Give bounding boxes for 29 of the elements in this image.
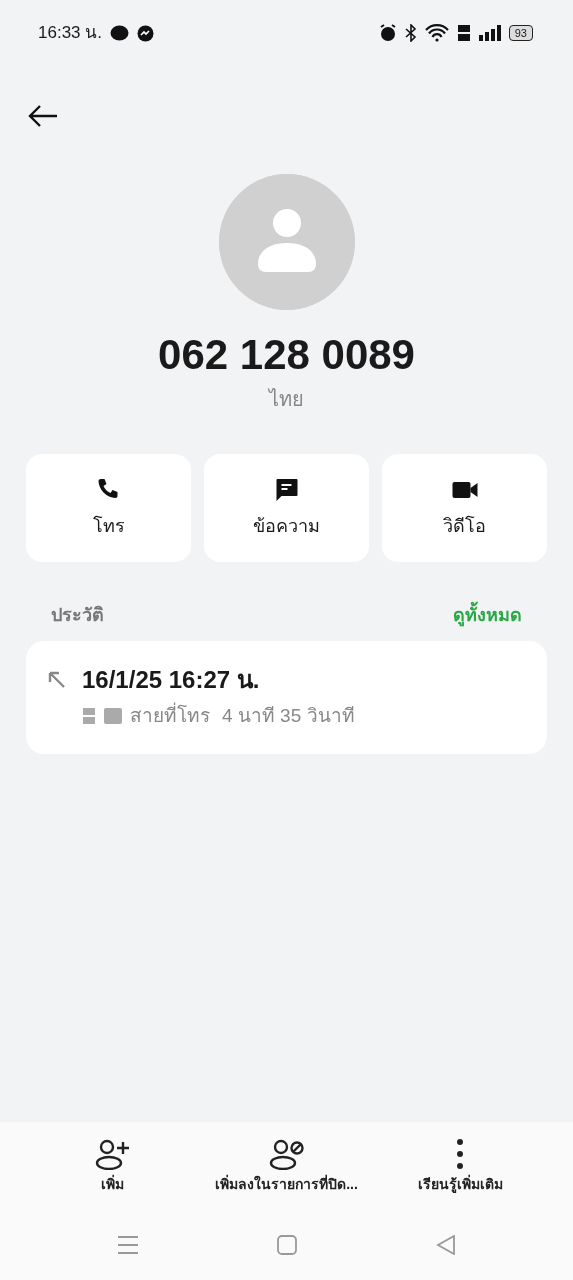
status-time: 16:33 น.	[38, 22, 102, 45]
call-type: สายที่โทร	[130, 701, 210, 728]
toolbar-button[interactable]: เพิ่มลงในรายการที่ปิด...	[199, 1136, 374, 1196]
action-button[interactable]: วิดีโอ	[382, 454, 547, 563]
home-icon[interactable]	[277, 1235, 298, 1255]
toolbar-button[interactable]: เพิ่ม	[26, 1136, 200, 1196]
alarm-icon	[378, 24, 397, 42]
battery-level: 93	[508, 25, 533, 41]
section-title: ประวัติ	[51, 604, 104, 628]
action-button[interactable]: โทร	[26, 454, 191, 563]
back-icon[interactable]	[435, 1235, 456, 1255]
menu-icon[interactable]	[117, 1235, 140, 1255]
outgoing-call-icon	[48, 671, 66, 690]
block-person-icon	[268, 1137, 305, 1170]
signal-icon	[478, 25, 501, 41]
more-options-icon	[457, 1137, 464, 1170]
call-duration: 4 นาที 35 วินาที	[222, 703, 355, 728]
wifi-icon	[424, 24, 449, 42]
call-datetime: 16/1/25 16:27 น.	[82, 667, 261, 694]
phone-number: 062 128 0089	[158, 332, 415, 379]
avatar-icon	[218, 174, 355, 310]
messenger-icon	[137, 24, 154, 42]
action-button[interactable]: ข้อความ	[204, 454, 369, 563]
country-label: ไทย	[269, 387, 304, 413]
back-arrow-icon[interactable]	[28, 105, 58, 127]
toolbar-button[interactable]: เรียนรู้เพิ่มเติม	[373, 1136, 547, 1196]
add-person-icon	[94, 1137, 131, 1170]
call-log-entry[interactable]: 16/1/25 16:27 น. สายที่โทร 4 นาที 35 วินาที	[26, 641, 547, 755]
bluetooth-icon	[404, 24, 417, 42]
